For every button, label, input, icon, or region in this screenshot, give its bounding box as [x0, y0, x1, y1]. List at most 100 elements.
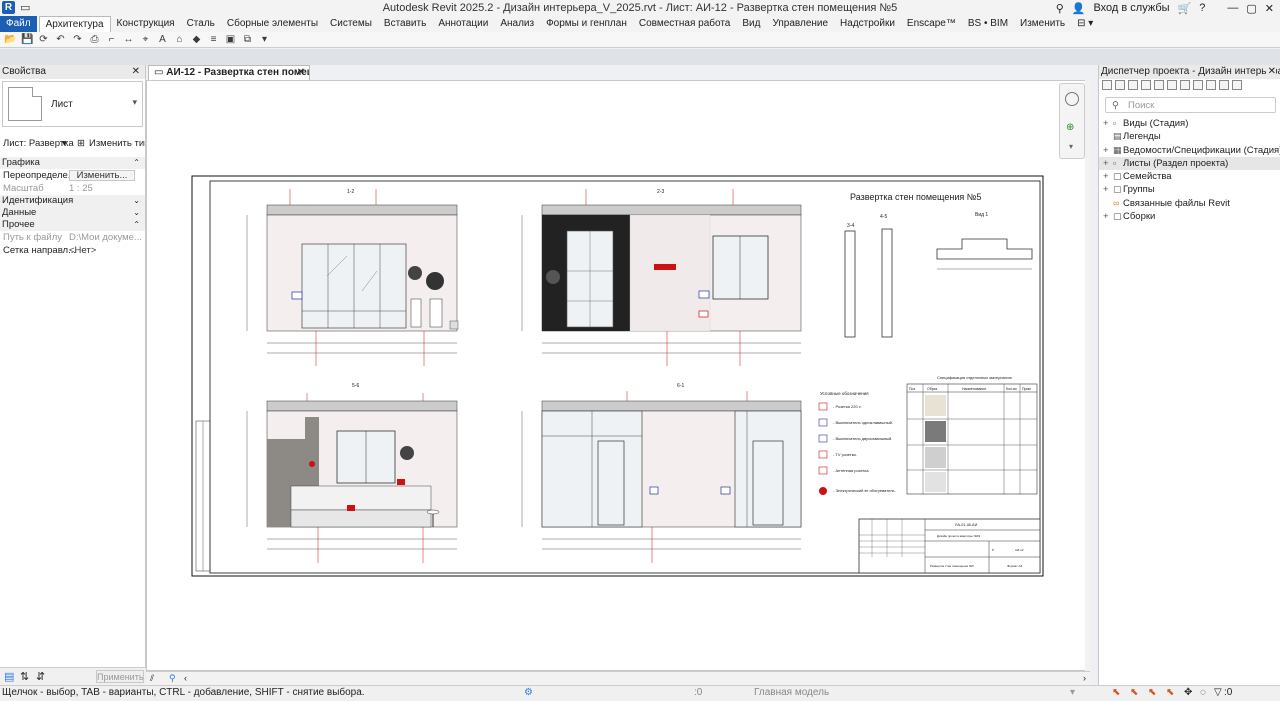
- binoculars-icon[interactable]: ⚲: [1056, 2, 1064, 15]
- tag-icon[interactable]: ⌖: [140, 34, 151, 45]
- grid-value[interactable]: <Нет>: [69, 244, 96, 257]
- tab-structure[interactable]: Конструкция: [111, 16, 181, 32]
- sort-az-icon[interactable]: ⇅: [20, 670, 29, 683]
- tab-architecture[interactable]: Архитектура: [38, 16, 111, 32]
- section-icon[interactable]: ◆: [191, 34, 202, 45]
- chevron-down-icon[interactable]: ▾: [1069, 142, 1073, 151]
- section-other[interactable]: Прочее ⌃: [0, 219, 145, 231]
- browser-item-families[interactable]: + ▢Семейства: [1099, 170, 1280, 183]
- browser-item-links[interactable]: ∞ Связанные файлы Revit: [1099, 197, 1280, 210]
- chevron-left-icon[interactable]: ‹: [184, 673, 187, 683]
- save-icon[interactable]: 💾: [21, 34, 33, 45]
- tab-enscape[interactable]: Enscape™: [901, 16, 962, 32]
- chevron-down-icon[interactable]: ▾: [62, 137, 67, 150]
- browser-item-sheets[interactable]: + ▫ Листы (Раздел проекта): [1099, 156, 1280, 171]
- tab-collaborate[interactable]: Совместная работа: [633, 16, 737, 32]
- apply-button[interactable]: Применить: [96, 670, 144, 683]
- 3d-view-icon[interactable]: ⌂: [174, 34, 185, 45]
- cart-icon[interactable]: 🛒: [1178, 2, 1192, 15]
- browser-item-assemblies[interactable]: + ▢Сборки: [1099, 210, 1280, 223]
- drag-elements-icon[interactable]: ✥: [1184, 686, 1192, 700]
- home-icon[interactable]: [1102, 80, 1112, 90]
- signin-link[interactable]: Вход в службы: [1093, 2, 1169, 14]
- filter-icon[interactable]: ▽: [1214, 686, 1222, 700]
- minimize-icon[interactable]: —: [1227, 2, 1238, 14]
- text-icon[interactable]: A: [157, 34, 168, 45]
- steering-wheel-icon[interactable]: [1065, 92, 1079, 106]
- thin-lines-icon[interactable]: ≡: [208, 34, 219, 45]
- tab-steel[interactable]: Сталь: [181, 16, 221, 32]
- print-icon[interactable]: ⎙: [89, 34, 100, 45]
- view-icon[interactable]: [1128, 80, 1138, 90]
- tab-bsbim[interactable]: BS • BIM: [962, 16, 1014, 32]
- section-identity[interactable]: Идентификация ⌄: [0, 195, 145, 207]
- browser-search-input[interactable]: ⚲ Поиск: [1105, 97, 1276, 113]
- tab-sheet-view[interactable]: ▭ АИ-12 - Развертка стен помещ... ✕: [148, 65, 310, 80]
- revit-logo-icon[interactable]: R: [2, 1, 15, 14]
- maximize-icon[interactable]: ▢: [1246, 2, 1256, 15]
- measure-icon[interactable]: ⌐: [106, 34, 117, 45]
- browser-item-schedules[interactable]: + ▦Ведомости/Спецификации (Стадия): [1099, 144, 1280, 157]
- chevron-down-icon[interactable]: ▾: [1070, 686, 1075, 700]
- zoom-icon[interactable]: ⊕: [1066, 122, 1074, 133]
- close-icon[interactable]: ✕: [1265, 65, 1276, 79]
- background-process-icon[interactable]: ◌: [1200, 686, 1206, 700]
- open-file-icon[interactable]: 📂: [4, 34, 16, 45]
- edit-type-icon[interactable]: ⊞: [77, 137, 85, 150]
- select-underlay-icon[interactable]: ⬉: [1130, 686, 1138, 700]
- browser-item-groups[interactable]: + ▢Группы: [1099, 183, 1280, 196]
- view-icon[interactable]: [1115, 80, 1125, 90]
- undo-icon[interactable]: ↶: [55, 34, 66, 45]
- customize-toolbar-icon[interactable]: ▾: [259, 34, 270, 45]
- help-icon[interactable]: ?: [1199, 2, 1205, 14]
- link-icon[interactable]: [1219, 80, 1229, 90]
- open-icon[interactable]: ▭: [20, 1, 30, 14]
- select-by-face-icon[interactable]: ⬉: [1166, 686, 1174, 700]
- worksets-icon[interactable]: ⚙: [524, 686, 533, 700]
- switch-windows-icon[interactable]: ⧉: [242, 34, 253, 45]
- tab-addins[interactable]: Надстройки: [834, 16, 901, 32]
- browser-item-legends[interactable]: ▤Легенды: [1099, 130, 1280, 143]
- select-pinned-icon[interactable]: ⬉: [1148, 686, 1156, 700]
- sheet-icon[interactable]: [1154, 80, 1164, 90]
- legend-icon[interactable]: [1167, 80, 1177, 90]
- tab-manage[interactable]: Управление: [766, 16, 834, 32]
- tab-view[interactable]: Вид: [736, 16, 766, 32]
- ribbon-toggle-icon[interactable]: ⊟ ▾: [1071, 16, 1099, 32]
- chevron-right-icon[interactable]: ›: [1083, 673, 1086, 683]
- user-icon[interactable]: 👤: [1072, 2, 1086, 15]
- edit-type-button[interactable]: Изменить тип: [89, 137, 145, 150]
- vertical-scrollbar[interactable]: [1085, 80, 1091, 671]
- assembly-icon[interactable]: [1232, 80, 1242, 90]
- tab-massing[interactable]: Формы и генплан: [540, 16, 633, 32]
- pin-icon[interactable]: ⚲: [169, 673, 176, 684]
- align-dimension-icon[interactable]: ↔: [123, 34, 134, 45]
- schedule-icon[interactable]: [1141, 80, 1151, 90]
- select-links-icon[interactable]: ⬉: [1112, 686, 1120, 700]
- drawing-canvas[interactable]: Развертка стен помещения №5 1-2 2-3 5-6 …: [146, 80, 1090, 671]
- filter-icon[interactable]: ▤: [4, 670, 14, 683]
- close-icon[interactable]: ✕: [132, 65, 140, 79]
- tab-insert[interactable]: Вставить: [378, 16, 432, 32]
- tab-annotate[interactable]: Аннотации: [432, 16, 494, 32]
- tab-precast[interactable]: Сборные элементы: [221, 16, 324, 32]
- override-edit-button[interactable]: Изменить...: [69, 170, 135, 181]
- section-graphics[interactable]: Графика ⌃: [0, 157, 145, 169]
- link-icon[interactable]: [1206, 80, 1216, 90]
- section-data[interactable]: Данные ⌄: [0, 207, 145, 219]
- browser-item-views[interactable]: + ▫ Виды (Стадия): [1099, 117, 1280, 130]
- type-selector[interactable]: Лист ▾: [2, 81, 143, 127]
- tab-systems[interactable]: Системы: [324, 16, 378, 32]
- sync-icon[interactable]: ⟳: [38, 34, 49, 45]
- tab-file[interactable]: Файл: [0, 16, 37, 32]
- sort-icon[interactable]: ⇵: [36, 670, 45, 683]
- tab-modify[interactable]: Изменить: [1014, 16, 1071, 32]
- chevron-down-icon[interactable]: ▾: [132, 97, 137, 108]
- close-icon[interactable]: ✕: [1265, 2, 1274, 15]
- close-icon[interactable]: ✕: [297, 66, 305, 80]
- design-option-model[interactable]: Главная модель: [754, 686, 829, 700]
- tab-analyze[interactable]: Анализ: [494, 16, 540, 32]
- family-icon[interactable]: [1180, 80, 1190, 90]
- redo-icon[interactable]: ↷: [72, 34, 83, 45]
- scale-ruler-icon[interactable]: ⫽: [150, 673, 154, 684]
